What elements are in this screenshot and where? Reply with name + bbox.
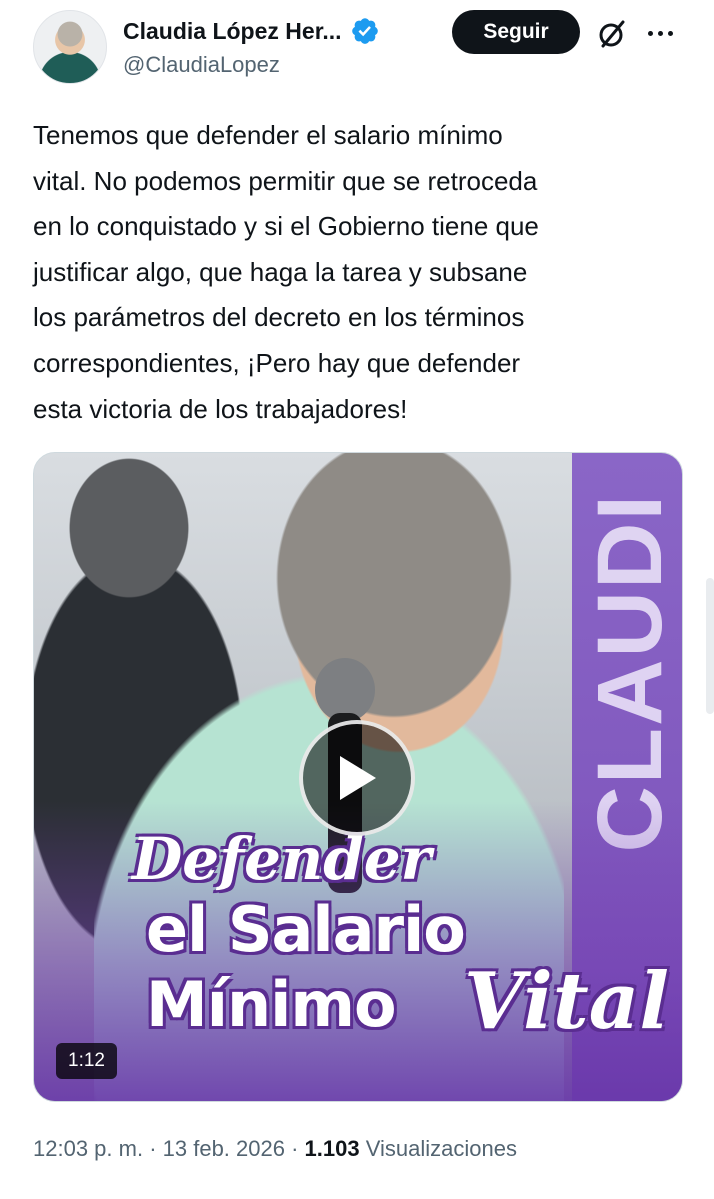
views-label[interactable]: Visualizaciones (360, 1136, 517, 1161)
meta-separator: · (284, 1136, 305, 1161)
author-handle[interactable]: @ClaudiaLopez (123, 52, 280, 78)
verified-badge-icon (351, 18, 378, 44)
follow-button[interactable]: Seguir (452, 10, 580, 54)
meta-separator: · (143, 1136, 163, 1161)
more-icon[interactable] (648, 20, 682, 46)
play-icon (340, 756, 376, 800)
tweet-text: Tenemos que defender el salario mínimo v… (33, 120, 539, 424)
banner-text: CLAUDI (579, 493, 681, 853)
scrollbar[interactable] (706, 578, 714, 714)
tweet-header: Claudia López Her... @ClaudiaLopez Segui… (0, 0, 714, 100)
display-name[interactable]: Claudia López Her... (123, 18, 342, 45)
overlay-title-line3: Mínimo (146, 968, 397, 1041)
overlay-title-line3-script: Vital (464, 956, 669, 1047)
tweet-time[interactable]: 12:03 p. m. (33, 1136, 143, 1161)
overlay-title-line2: el Salario (146, 893, 466, 966)
tweet-meta: 12:03 p. m. · 13 feb. 2026 · 1.103 Visua… (33, 1136, 517, 1162)
video-duration: 1:12 (56, 1043, 117, 1079)
views-count[interactable]: 1.103 (305, 1136, 360, 1161)
author-name-row: Claudia López Her... (123, 16, 380, 46)
video-player[interactable]: CLAUDI Defender el Salario Mínimo Vital … (33, 452, 683, 1102)
overlay-title-line1: Defender (132, 825, 432, 893)
grok-icon[interactable] (596, 18, 628, 50)
play-button[interactable] (299, 720, 415, 836)
tweet-date[interactable]: 13 feb. 2026 (163, 1136, 285, 1161)
avatar[interactable] (33, 10, 107, 84)
